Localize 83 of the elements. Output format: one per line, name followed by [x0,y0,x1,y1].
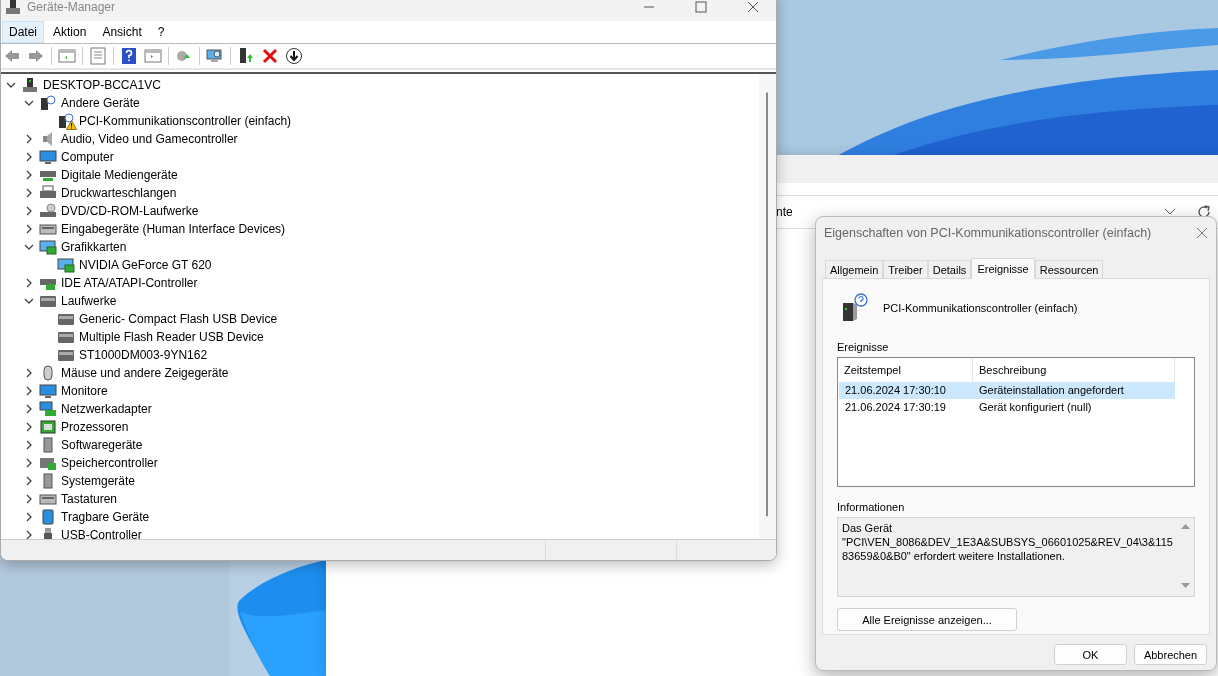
table-cell-text: Geräteinstallation angefordert [978,383,1125,398]
tab[interactable]: Ressourcen [1034,260,1104,279]
tree-item[interactable]: Grafikkarten [61,240,127,254]
dialog-button[interactable]: Abbrechen [1134,644,1207,665]
tree-item[interactable]: Tragbare Geräte [61,510,150,524]
computer-icon [5,0,21,15]
unknown-device-icon [57,113,75,129]
monitor-search-icon[interactable] [206,47,224,65]
tree-item[interactable]: Systemgeräte [61,474,136,488]
tree-item[interactable]: NVIDIA GeForce GT 620 [79,258,212,272]
tree-item[interactable]: Generic- Compact Flash USB Device [79,312,278,326]
drive-icon [39,293,57,309]
tab[interactable]: Allgemein [825,260,884,279]
tree-item[interactable]: Eingabegeräte (Human Interface Devices) [61,222,286,236]
tree-item[interactable]: Softwaregeräte [61,438,143,452]
tree-item[interactable]: IDE ATA/ATAPI-Controller [61,276,198,290]
table-cell-text: 21.06.2024 17:30:19 [844,400,947,415]
display-card-icon [57,257,75,273]
table-cell-text: Gerät konfiguriert (null) [978,400,1093,415]
chip-icon [39,419,57,435]
show-all-events-button[interactable]: Alle Ereignisse anzeigen... [837,608,1017,631]
tree-item[interactable]: Speichercontroller [61,456,158,470]
tree-item[interactable]: Laufwerke [61,294,117,308]
download-icon[interactable] [285,47,303,65]
scrollbar-drawing[interactable] [759,74,776,539]
tree-item[interactable]: Multiple Flash Reader USB Device [79,330,264,344]
disc-drive-icon [39,203,57,219]
keyboard-icon [39,221,57,237]
phone-icon [39,509,57,525]
tree-item[interactable]: Prozessoren [61,420,129,434]
menu-item[interactable]: Ansicht [95,21,149,43]
tree-item[interactable]: PCI-Kommunikationscontroller (einfach) [79,114,292,128]
drive-icon [57,329,75,345]
tree-item[interactable]: Druckwarteschlangen [61,186,177,200]
monitor-icon [39,383,57,399]
menu-item[interactable]: Aktion [46,21,94,43]
display-card-icon [39,239,57,255]
event-row[interactable]: 21.06.2024 17:30:10 Geräteinstallation angefordert [839,382,1175,399]
help-icon[interactable] [120,47,138,65]
computer-icon [21,77,39,93]
network-icon [39,401,57,417]
menu-item[interactable]: Datei [2,21,44,43]
tree-item[interactable]: ST1000DM003-9YN162 [79,348,208,362]
menu-item[interactable]: ? [150,21,172,43]
forward-arrow-icon[interactable] [27,47,45,65]
tree-item[interactable]: Andere Geräte [61,96,140,110]
tree-item[interactable]: DVD/CD-ROM-Laufwerke [61,204,199,218]
tree-item[interactable]: Tastaturen [61,492,118,506]
table-cell-text: 21.06.2024 17:30:10 [844,383,947,398]
back-arrow-icon[interactable] [3,47,21,65]
tree-item[interactable]: Netzwerkadapter [61,402,152,416]
field-text: nte [776,205,794,219]
tree-item[interactable]: USB-Controller [61,528,142,539]
dialog-button[interactable]: OK [1054,644,1127,665]
drive-icon [57,311,75,327]
device-name: PCI-Kommunikationscontroller (einfach) [883,302,1078,314]
tree-item[interactable]: DESKTOP-BCCA1VC [43,78,161,92]
delete-icon[interactable] [261,47,279,65]
unknown-device-icon [841,293,869,323]
tab[interactable]: Details [927,260,972,279]
storage-icon [39,455,57,471]
info-field[interactable]: Das Gerät "PCI\VEN_8086&DEV_1E3A&SUBSYS_06601025&REV_04\3&11583659&0&B0" erfordert weitere Installationen. [837,517,1195,597]
dialog-title: Eigenschaften von PCI-Kommunikationscontroller (einfach) [824,226,1153,240]
unknown-device-icon [39,95,57,111]
event-row[interactable]: 21.06.2024 17:30:19 Gerät konfiguriert (null) [839,399,1175,416]
device-update-icon[interactable] [237,47,255,65]
tree-item[interactable]: Digitale Mediengeräte [61,168,178,182]
window-title: Geräte-Manager [27,0,117,14]
printer-icon [39,185,57,201]
tree-item[interactable]: Mäuse und andere Zeigegeräte [61,366,229,380]
keyboard-icon [39,491,57,507]
tab[interactable]: Treiber [883,260,928,279]
section-label: Ereignisse [837,341,890,353]
tree-item[interactable]: Computer [61,150,114,164]
drive-icon [57,347,75,363]
tree-item[interactable]: Monitore [61,384,108,398]
monitor-icon [39,149,57,165]
close-icon[interactable] [1196,227,1208,239]
section-label: Informationen [837,501,906,513]
chevron-down-icon[interactable] [1164,208,1176,216]
tree-item[interactable]: Audio, Video und Gamecontroller [61,132,238,146]
events-list[interactable]: Zeitstempel Beschreibung 21.06.2024 17:30:10 Geräteinstallation angefordert 21.06.2024 17:30:19 Gerät konfiguriert (null) [837,357,1195,487]
tab[interactable]: Ereignisse [971,258,1035,279]
